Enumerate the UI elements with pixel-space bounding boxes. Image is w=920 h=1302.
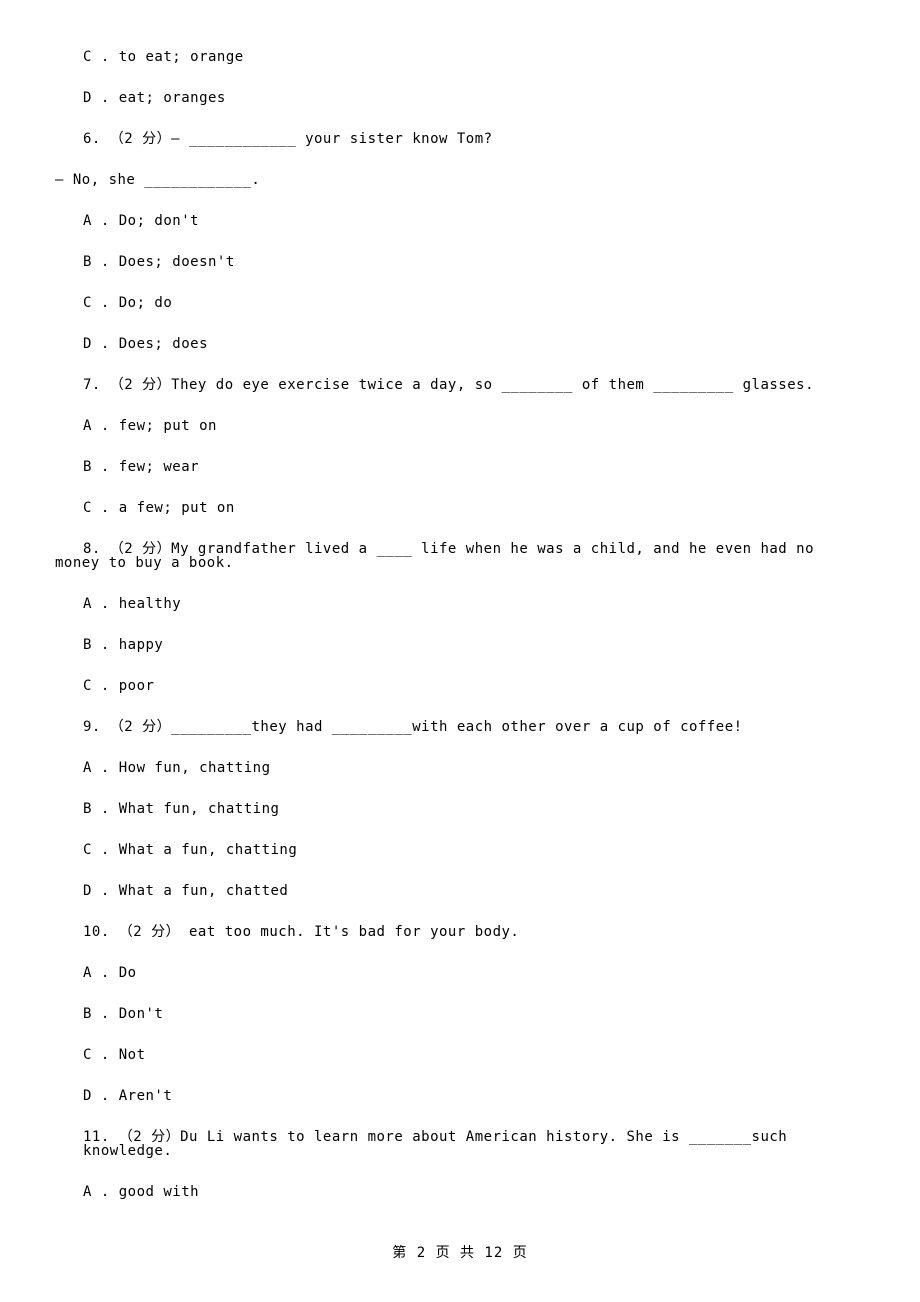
option-b: B . What fun, chatting	[55, 802, 865, 816]
option-c: C . Not	[55, 1048, 865, 1062]
option-b: B . Does; doesn't	[55, 255, 865, 269]
option-d: D . Does; does	[55, 337, 865, 351]
question-11: 11. （2 分）Du Li wants to learn more about…	[55, 1130, 865, 1158]
option-d: D . What a fun, chatted	[55, 884, 865, 898]
option-c: C . to eat; orange	[55, 50, 865, 64]
question-10: 10. （2 分） eat too much. It's bad for you…	[55, 925, 865, 939]
question-9: 9. （2 分）_________they had _________with …	[55, 720, 865, 734]
option-b: B . happy	[55, 638, 865, 652]
question-6: 6. （2 分）— ____________ your sister know …	[55, 132, 865, 146]
question-8: 8. （2 分）My grandfather lived a ____ life…	[55, 542, 865, 570]
page-footer: 第 2 页 共 12 页	[0, 1242, 920, 1262]
option-b: B . Don't	[55, 1007, 865, 1021]
option-a: A . Do; don't	[55, 214, 865, 228]
option-b: B . few; wear	[55, 460, 865, 474]
option-c: C . Do; do	[55, 296, 865, 310]
option-d: D . Aren't	[55, 1089, 865, 1103]
option-c: C . poor	[55, 679, 865, 693]
option-a: A . Do	[55, 966, 865, 980]
page-content: C . to eat; orange D . eat; oranges 6. （…	[0, 0, 920, 1199]
option-d: D . eat; oranges	[55, 91, 865, 105]
option-a: A . few; put on	[55, 419, 865, 433]
option-c: C . a few; put on	[55, 501, 865, 515]
question-6-continuation: — No, she ____________.	[55, 173, 865, 187]
option-a: A . How fun, chatting	[55, 761, 865, 775]
option-a: A . healthy	[55, 597, 865, 611]
question-7: 7. （2 分）They do eye exercise twice a day…	[55, 378, 865, 392]
option-a: A . good with	[55, 1185, 865, 1199]
option-c: C . What a fun, chatting	[55, 843, 865, 857]
